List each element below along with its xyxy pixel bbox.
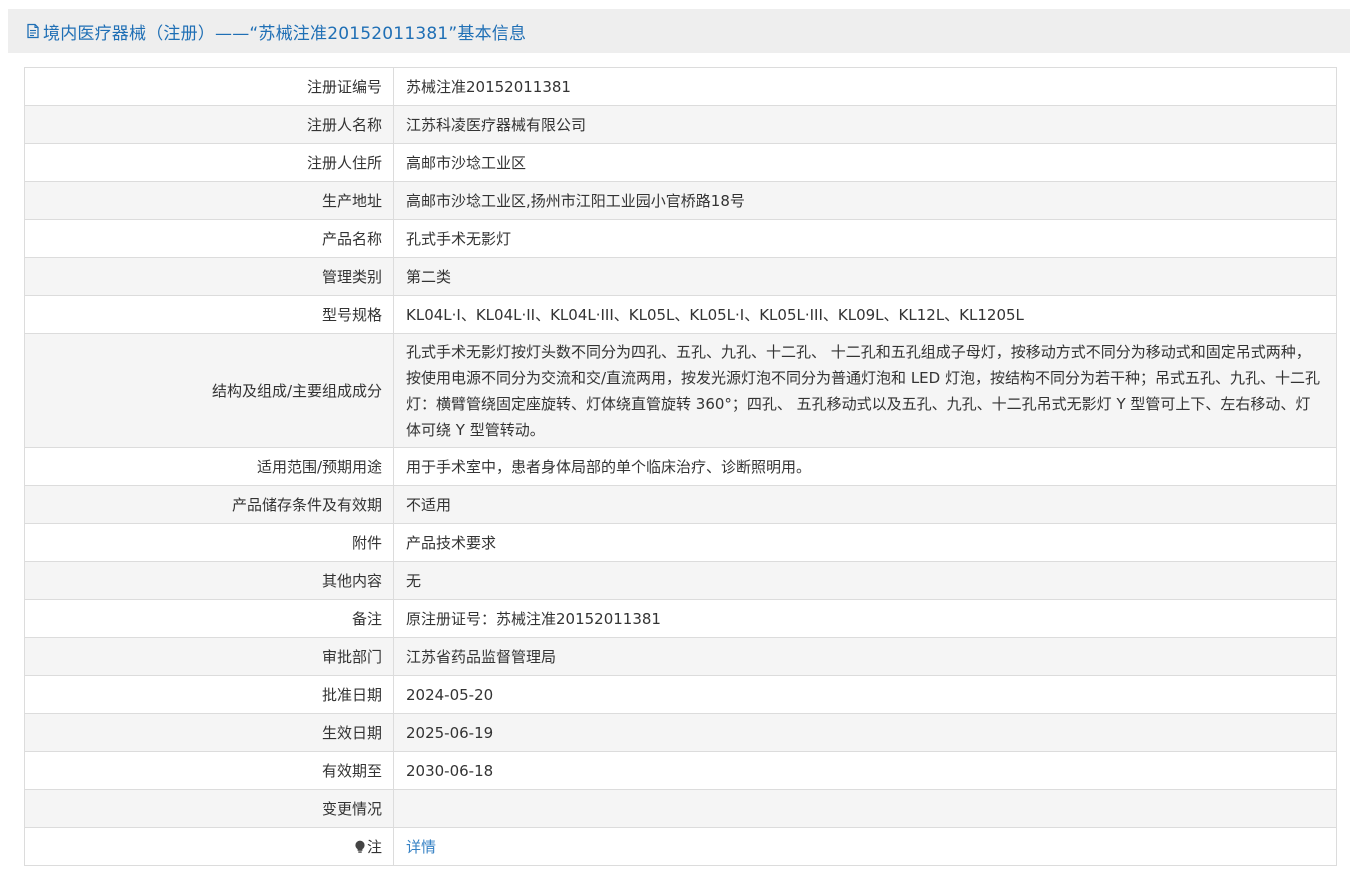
field-value: 苏械注准20152011381	[393, 67, 1337, 106]
row-product-name: 产品名称 孔式手术无影灯	[24, 219, 1337, 258]
row-intended-use: 适用范围/预期用途 用于手术室中，患者身体局部的单个临床治疗、诊断照明用。	[24, 447, 1337, 486]
field-label: 型号规格	[24, 295, 394, 334]
field-label: 生产地址	[24, 181, 394, 220]
field-value: 高邮市沙埝工业区	[393, 143, 1337, 182]
field-label: 其他内容	[24, 561, 394, 600]
row-other-content: 其他内容 无	[24, 561, 1337, 600]
field-label: 结构及组成/主要组成成分	[24, 333, 394, 448]
field-label: 生效日期	[24, 713, 394, 752]
field-label: 附件	[24, 523, 394, 562]
row-production-address: 生产地址 高邮市沙埝工业区,扬州市江阳工业园小官桥路18号	[24, 181, 1337, 220]
field-label: 备注	[24, 599, 394, 638]
row-valid-until: 有效期至 2030-06-18	[24, 751, 1337, 790]
field-value: 江苏省药品监督管理局	[393, 637, 1337, 676]
field-value: 无	[393, 561, 1337, 600]
field-value: 用于手术室中，患者身体局部的单个临床治疗、诊断照明用。	[393, 447, 1337, 486]
field-label: 产品名称	[24, 219, 394, 258]
row-management-class: 管理类别 第二类	[24, 257, 1337, 296]
page: 境内医疗器械（注册）——“苏械注准20152011381”基本信息 注册证编号 …	[0, 0, 1350, 872]
field-value: 不适用	[393, 485, 1337, 524]
field-label: 注册证编号	[24, 67, 394, 106]
field-label: 适用范围/预期用途	[24, 447, 394, 486]
note-label: 注	[366, 837, 382, 856]
page-header: 境内医疗器械（注册）——“苏械注准20152011381”基本信息	[8, 9, 1350, 53]
field-label: 变更情况	[24, 789, 394, 828]
row-change-status: 变更情况	[24, 789, 1337, 828]
details-link[interactable]: 详情	[406, 838, 436, 856]
lightbulb-icon	[354, 836, 366, 853]
info-panel: 注册证编号 苏械注准20152011381 注册人名称 江苏科凌医疗器械有限公司…	[8, 53, 1350, 872]
field-value: 江苏科凌医疗器械有限公司	[393, 105, 1337, 144]
field-label: 管理类别	[24, 257, 394, 296]
row-storage-conditions: 产品储存条件及有效期 不适用	[24, 485, 1337, 524]
row-model-spec: 型号规格 KL04L·I、KL04L·II、KL04L·III、KL05L、KL…	[24, 295, 1337, 334]
field-value: 2025-06-19	[393, 713, 1337, 752]
field-label: 有效期至	[24, 751, 394, 790]
document-icon	[25, 23, 41, 39]
note-value-cell: 详情	[393, 827, 1337, 866]
field-value: 2030-06-18	[393, 751, 1337, 790]
row-approval-date: 批准日期 2024-05-20	[24, 675, 1337, 714]
row-approval-department: 审批部门 江苏省药品监督管理局	[24, 637, 1337, 676]
field-value: 产品技术要求	[393, 523, 1337, 562]
field-label: 注册人住所	[24, 143, 394, 182]
row-effective-date: 生效日期 2025-06-19	[24, 713, 1337, 752]
row-registrant-name: 注册人名称 江苏科凌医疗器械有限公司	[24, 105, 1337, 144]
row-structure-composition: 结构及组成/主要组成成分 孔式手术无影灯按灯头数不同分为四孔、五孔、九孔、十二孔…	[24, 333, 1337, 448]
page-title: 境内医疗器械（注册）——“苏械注准20152011381”基本信息	[43, 23, 527, 44]
field-value: 2024-05-20	[393, 675, 1337, 714]
field-value: 原注册证号：苏械注准20152011381	[393, 599, 1337, 638]
row-note: 注 详情	[24, 827, 1337, 866]
row-remarks: 备注 原注册证号：苏械注准20152011381	[24, 599, 1337, 638]
field-value: 孔式手术无影灯按灯头数不同分为四孔、五孔、九孔、十二孔、 十二孔和五孔组成子母灯…	[393, 333, 1337, 448]
field-value	[393, 789, 1337, 828]
info-table: 注册证编号 苏械注准20152011381 注册人名称 江苏科凌医疗器械有限公司…	[24, 67, 1337, 866]
field-value: KL04L·I、KL04L·II、KL04L·III、KL05L、KL05L·I…	[393, 295, 1337, 334]
field-value: 高邮市沙埝工业区,扬州市江阳工业园小官桥路18号	[393, 181, 1337, 220]
field-label: 注册人名称	[24, 105, 394, 144]
field-label: 产品储存条件及有效期	[24, 485, 394, 524]
note-label-cell: 注	[24, 827, 394, 866]
field-label: 批准日期	[24, 675, 394, 714]
field-value: 孔式手术无影灯	[393, 219, 1337, 258]
row-registrant-address: 注册人住所 高邮市沙埝工业区	[24, 143, 1337, 182]
row-registration-number: 注册证编号 苏械注准20152011381	[24, 67, 1337, 106]
row-attachment: 附件 产品技术要求	[24, 523, 1337, 562]
field-label: 审批部门	[24, 637, 394, 676]
field-value: 第二类	[393, 257, 1337, 296]
